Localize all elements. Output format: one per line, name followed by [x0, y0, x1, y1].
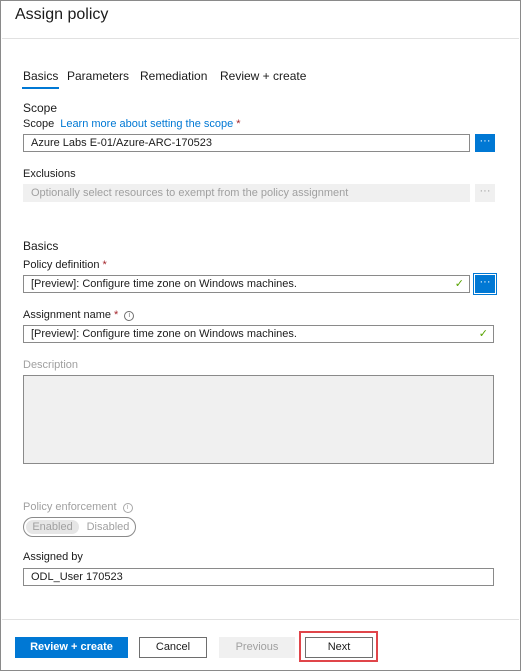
description-label: Description: [23, 359, 79, 371]
assignment-name-value: [Preview]: Configure time zone on Window…: [31, 328, 297, 340]
valid-check-icon: ✓: [454, 278, 464, 290]
basics-section-title: Basics: [23, 239, 59, 253]
scope-label-row: Scope Learn more about setting the scope *: [23, 118, 241, 130]
tab-review-create[interactable]: Review + create: [220, 69, 306, 83]
scope-learn-more-link[interactable]: Learn more about setting the scope: [60, 118, 233, 130]
exclusions-browse-button: ···: [475, 184, 495, 202]
exclusions-input: Optionally select resources to exempt fr…: [23, 184, 470, 202]
valid-check-icon: ✓: [478, 328, 488, 340]
policy-definition-input[interactable]: [Preview]: Configure time zone on Window…: [23, 275, 470, 293]
assign-policy-panel: Assign policy Basics Parameters Remediat…: [0, 0, 521, 671]
tab-basics[interactable]: Basics: [21, 69, 60, 89]
assigned-by-label: Assigned by: [23, 551, 83, 563]
enforcement-disabled-option: Disabled: [86, 521, 130, 533]
required-mark: *: [102, 259, 107, 271]
tab-parameters[interactable]: Parameters: [67, 69, 129, 83]
required-mark: *: [114, 309, 119, 321]
required-mark: *: [236, 118, 241, 130]
assignment-name-label: Assignment name: [23, 309, 112, 321]
title-divider: [2, 38, 519, 39]
description-textarea: [23, 375, 494, 464]
assigned-by-input[interactable]: ODL_User 170523: [23, 568, 494, 586]
policy-enforcement-toggle: Enabled Disabled: [23, 517, 136, 537]
info-icon[interactable]: i: [124, 311, 135, 321]
policy-enforcement-label-row: Policy enforcement i: [23, 501, 133, 513]
review-create-button[interactable]: Review + create: [15, 637, 128, 658]
policy-definition-label-row: Policy definition *: [23, 259, 107, 271]
scope-input[interactable]: Azure Labs E-01/Azure-ARC-170523: [23, 134, 470, 152]
cancel-button[interactable]: Cancel: [139, 637, 207, 658]
scope-section-title: Scope: [23, 101, 58, 115]
policy-definition-value: [Preview]: Configure time zone on Window…: [31, 278, 297, 290]
policy-definition-browse-button[interactable]: ···: [473, 273, 497, 295]
assignment-name-label-row: Assignment name * i: [23, 309, 135, 321]
next-button[interactable]: Next: [305, 637, 373, 658]
policy-definition-label: Policy definition: [23, 259, 100, 271]
assignment-name-input[interactable]: [Preview]: Configure time zone on Window…: [23, 325, 494, 343]
footer-divider: [2, 619, 519, 620]
panel-title: Assign policy: [15, 6, 109, 23]
tab-remediation[interactable]: Remediation: [140, 69, 207, 83]
info-icon: i: [122, 503, 133, 513]
policy-enforcement-label: Policy enforcement: [23, 501, 117, 513]
enforcement-enabled-option: Enabled: [26, 520, 79, 534]
scope-browse-button[interactable]: ···: [475, 134, 495, 152]
previous-button: Previous: [219, 637, 295, 658]
exclusions-label: Exclusions: [23, 168, 76, 180]
scope-label: Scope: [23, 118, 55, 130]
